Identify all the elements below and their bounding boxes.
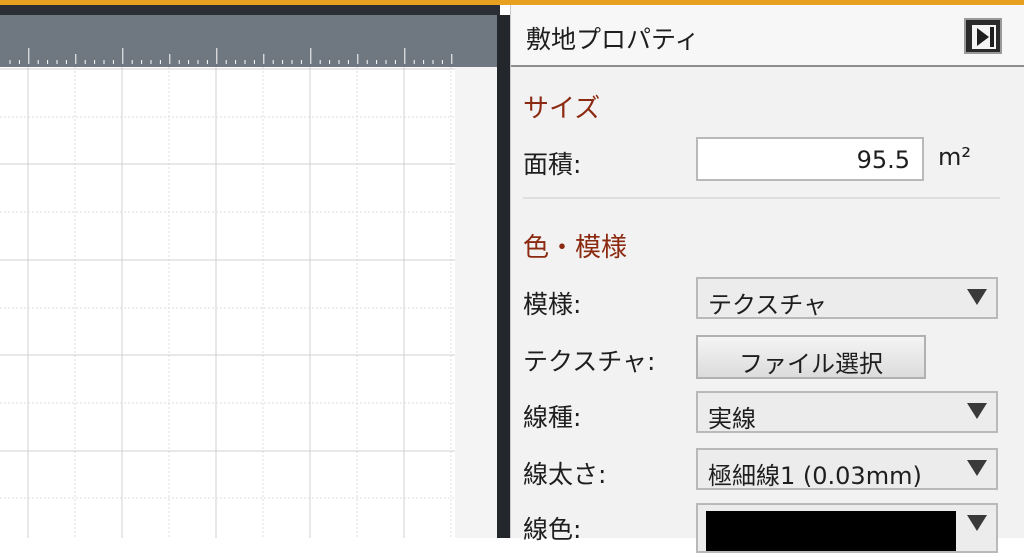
line-width-label: 線太さ: [523, 460, 607, 489]
section-title-size: サイズ [523, 94, 601, 124]
texture-label: テクスチャ: [523, 347, 656, 376]
area-unit: m² [938, 143, 971, 171]
dropdown-arrow-icon [967, 515, 987, 531]
pattern-select-value: テクスチャ [708, 291, 828, 319]
canvas-right-margin [455, 67, 497, 538]
pattern-select[interactable]: テクスチャ [696, 277, 998, 319]
panel-title: 敷地プロパティ [526, 25, 700, 54]
line-type-select[interactable]: 実線 [696, 391, 998, 433]
dropdown-arrow-icon [967, 289, 987, 305]
drawing-canvas[interactable] [0, 15, 497, 538]
line-type-select-value: 実線 [708, 405, 756, 433]
pattern-label: 模様: [523, 290, 582, 319]
line-width-select-value: 極細線1 (0.03mm) [708, 462, 922, 490]
site-properties-panel: 敷地プロパティ サイズ 面積: 95.5 m² 色・模様 模様: テクスチャ テ… [510, 5, 1024, 553]
dropdown-arrow-icon [967, 460, 987, 476]
horizontal-ruler [0, 15, 497, 67]
dropdown-arrow-icon [967, 403, 987, 419]
section-separator [523, 197, 1000, 199]
section-title-color-pattern: 色・模様 [523, 233, 628, 263]
area-input[interactable]: 95.5 [696, 137, 924, 181]
line-width-select[interactable]: 極細線1 (0.03mm) [696, 448, 998, 490]
panel-splitter[interactable] [497, 15, 510, 538]
line-color-label: 線色: [523, 515, 582, 544]
canvas-top-bar [0, 5, 500, 15]
grid [0, 67, 455, 538]
ruler-ticks [9, 48, 453, 64]
line-color-select[interactable] [696, 503, 998, 553]
collapse-panel-button[interactable] [964, 18, 1002, 54]
collapse-right-icon [972, 25, 996, 49]
panel-header: 敷地プロパティ [511, 5, 1024, 67]
line-type-label: 線種: [523, 403, 582, 432]
line-color-swatch [706, 511, 956, 551]
area-label: 面積: [523, 150, 582, 179]
select-file-button[interactable]: ファイル選択 [696, 335, 926, 379]
